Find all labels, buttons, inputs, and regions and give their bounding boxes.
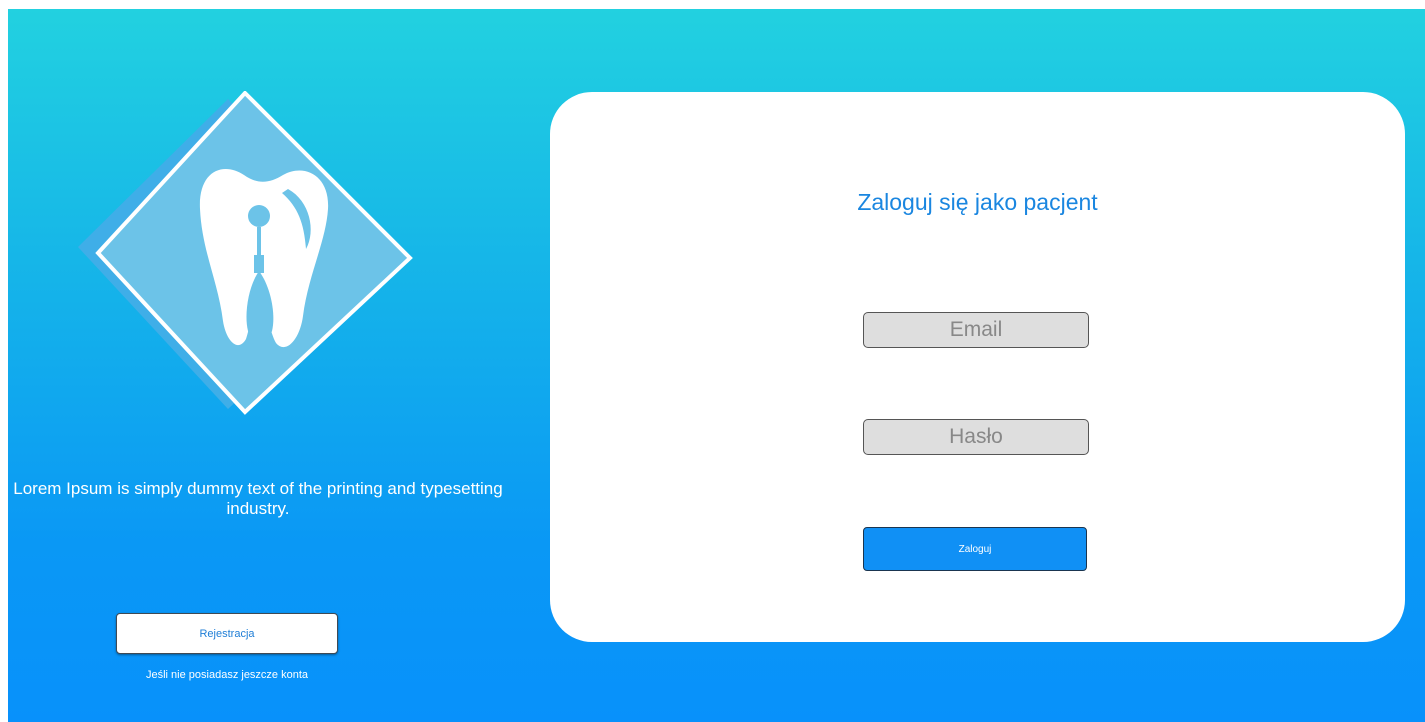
- clinic-logo: [78, 91, 418, 415]
- register-button[interactable]: Rejestracja: [116, 613, 338, 654]
- password-input[interactable]: [863, 419, 1089, 455]
- login-card: Zaloguj się jako pacjent Zaloguj: [550, 92, 1405, 642]
- register-hint-text: Jeśli nie posiadasz jeszcze konta: [145, 669, 309, 681]
- tagline-text: Lorem Ipsum is simply dummy text of the …: [13, 479, 503, 518]
- tooth-icon: [78, 91, 413, 415]
- login-screen: Lorem Ipsum is simply dummy text of the …: [8, 9, 1425, 722]
- login-title: Zaloguj się jako pacjent: [857, 189, 1098, 215]
- login-button[interactable]: Zaloguj: [863, 527, 1087, 571]
- email-input[interactable]: [863, 312, 1089, 348]
